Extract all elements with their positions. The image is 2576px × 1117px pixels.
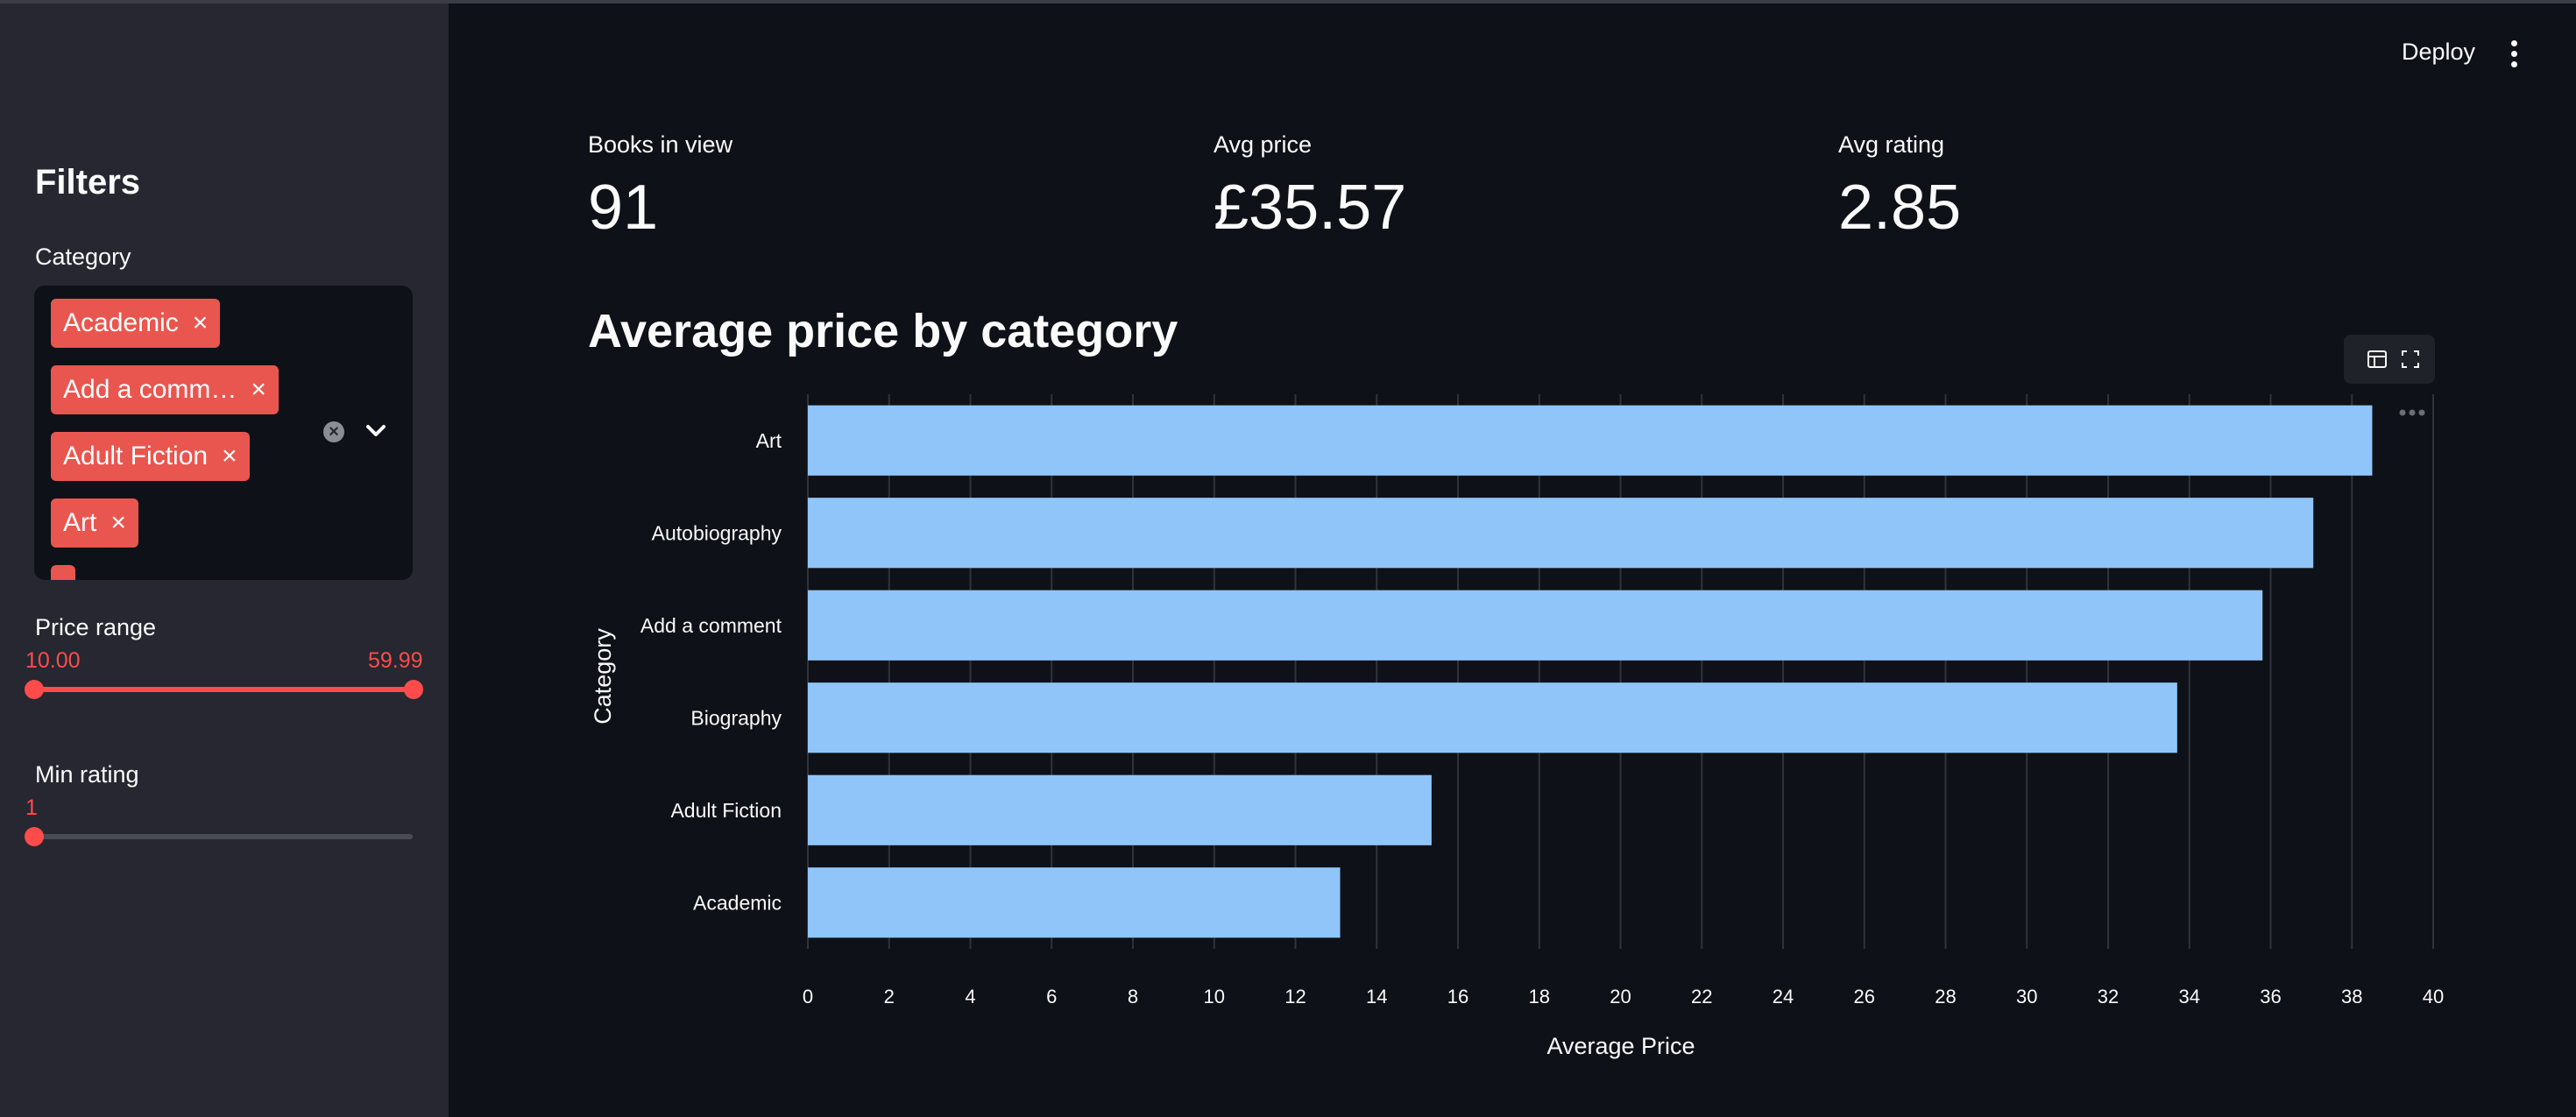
x-tick-label: 40	[2423, 986, 2444, 1007]
bar[interactable]	[808, 774, 1432, 845]
x-tick-label: 2	[884, 986, 895, 1007]
y-tick-label: Autobiography	[652, 521, 782, 544]
bar[interactable]	[808, 590, 2263, 661]
x-tick-label: 36	[2260, 986, 2281, 1007]
bar[interactable]	[808, 867, 1341, 938]
x-axis-label: Average Price	[1546, 1033, 1695, 1059]
x-tick-label: 26	[1854, 986, 1875, 1007]
x-tick-label: 18	[1529, 986, 1550, 1007]
bar[interactable]	[808, 498, 2314, 569]
x-tick-label: 16	[1447, 986, 1468, 1007]
x-tick-label: 12	[1284, 986, 1306, 1007]
bar[interactable]	[808, 682, 2177, 753]
x-tick-label: 28	[1935, 986, 1956, 1007]
bar[interactable]	[808, 405, 2373, 476]
x-tick-label: 0	[803, 986, 813, 1007]
x-tick-label: 4	[965, 986, 975, 1007]
y-tick-label: Art	[756, 429, 782, 452]
y-tick-label: Academic	[693, 891, 782, 914]
x-tick-label: 24	[1773, 986, 1794, 1007]
x-tick-label: 10	[1204, 986, 1225, 1007]
x-tick-label: 38	[2341, 986, 2362, 1007]
x-tick-label: 14	[1366, 986, 1387, 1007]
x-tick-label: 8	[1128, 986, 1138, 1007]
x-tick-label: 20	[1610, 986, 1631, 1007]
x-tick-label: 6	[1046, 986, 1057, 1007]
bar-chart: Art Autobiography Add a comment Biography Ad…	[590, 394, 2444, 1059]
y-tick-label: Adult Fiction	[670, 799, 782, 822]
x-tick-label: 32	[2098, 986, 2119, 1007]
x-tick-label: 22	[1691, 986, 1712, 1007]
x-tick-label: 34	[2179, 986, 2200, 1007]
y-axis-label: Category	[590, 628, 616, 725]
y-tick-label: Add a comment	[640, 614, 782, 637]
y-tick-label: Biography	[690, 706, 782, 729]
x-tick-label: 30	[2016, 986, 2037, 1007]
